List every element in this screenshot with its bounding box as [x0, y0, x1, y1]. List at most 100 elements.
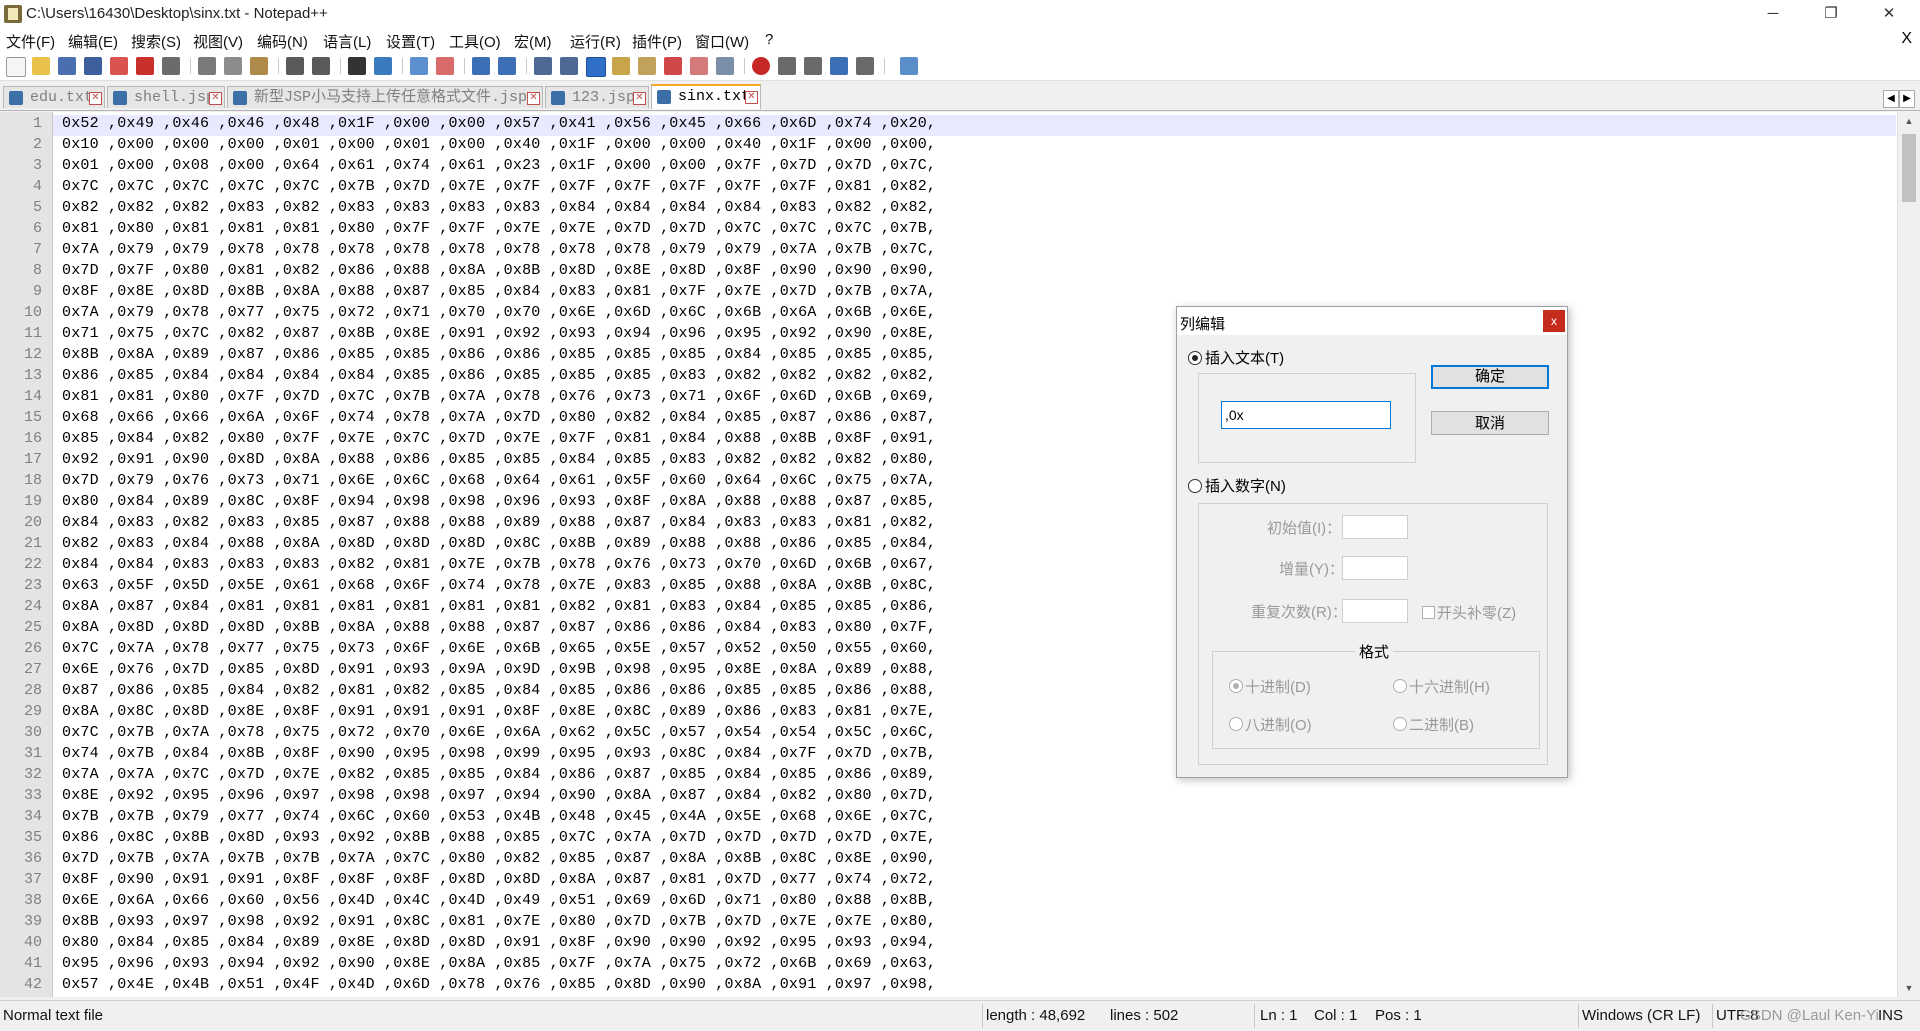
print-icon[interactable] — [162, 57, 180, 75]
code-line[interactable]: 0x80 ,0x84 ,0x85 ,0x84 ,0x89 ,0x8E ,0x8D… — [62, 934, 936, 951]
scroll-up-icon[interactable]: ▲ — [1898, 112, 1920, 130]
indent-guide-icon[interactable] — [586, 57, 606, 77]
sync-vertical-icon[interactable] — [472, 57, 490, 75]
close-window-button[interactable]: ✕ — [1866, 0, 1912, 28]
code-line[interactable]: 0x7C ,0x7C ,0x7C ,0x7C ,0x7C ,0x7B ,0x7D… — [62, 178, 936, 195]
code-line[interactable]: 0x85 ,0x84 ,0x82 ,0x80 ,0x7F ,0x7E ,0x7C… — [62, 430, 936, 447]
menu-view[interactable]: 视图(V) — [193, 31, 243, 52]
run-macro-multiple-icon[interactable] — [830, 57, 848, 75]
cancel-button[interactable]: 取消 — [1431, 411, 1549, 435]
code-line[interactable]: 0x68 ,0x66 ,0x66 ,0x6A ,0x6F ,0x74 ,0x78… — [62, 409, 936, 426]
close-all-icon[interactable] — [136, 57, 154, 75]
code-line[interactable]: 0x6E ,0x76 ,0x7D ,0x85 ,0x8D ,0x91 ,0x93… — [62, 661, 936, 678]
code-line[interactable]: 0x7A ,0x7A ,0x7C ,0x7D ,0x7E ,0x82 ,0x85… — [62, 766, 936, 783]
code-line[interactable]: 0x8A ,0x8C ,0x8D ,0x8E ,0x8F ,0x91 ,0x91… — [62, 703, 936, 720]
code-line[interactable]: 0x82 ,0x83 ,0x84 ,0x88 ,0x8A ,0x8D ,0x8D… — [62, 535, 936, 552]
menu-window[interactable]: 窗口(W) — [695, 31, 749, 52]
menu-run[interactable]: 运行(R) — [570, 31, 621, 52]
code-line[interactable]: 0x84 ,0x83 ,0x82 ,0x83 ,0x85 ,0x87 ,0x88… — [62, 514, 936, 531]
code-line[interactable]: 0x7B ,0x7B ,0x79 ,0x77 ,0x74 ,0x6C ,0x60… — [62, 808, 936, 825]
menu-macro[interactable]: 宏(M) — [514, 31, 552, 52]
code-line[interactable]: 0x8E ,0x92 ,0x95 ,0x96 ,0x97 ,0x98 ,0x98… — [62, 787, 936, 804]
zoom-out-icon[interactable] — [436, 57, 454, 75]
tab-sinx-txt[interactable]: sinx.txt ✕ — [651, 84, 761, 109]
initial-value-input[interactable] — [1342, 515, 1408, 539]
insert-number-radio[interactable] — [1188, 479, 1202, 493]
folder-workspace-icon[interactable] — [690, 57, 708, 75]
leading-zero-checkbox[interactable] — [1422, 606, 1435, 619]
code-line[interactable]: 0x82 ,0x82 ,0x82 ,0x83 ,0x82 ,0x83 ,0x83… — [62, 199, 936, 216]
code-line[interactable]: 0x86 ,0x8C ,0x8B ,0x8D ,0x93 ,0x92 ,0x8B… — [62, 829, 936, 846]
scroll-down-icon[interactable]: ▼ — [1898, 979, 1920, 997]
menu-settings[interactable]: 设置(T) — [386, 31, 435, 52]
code-line[interactable]: 0x8F ,0x8E ,0x8D ,0x8B ,0x8A ,0x88 ,0x87… — [62, 283, 936, 300]
restore-button[interactable]: ❐ — [1808, 0, 1854, 28]
code-line[interactable]: 0x10 ,0x00 ,0x00 ,0x00 ,0x01 ,0x00 ,0x01… — [62, 136, 936, 153]
code-line[interactable]: 0x74 ,0x7B ,0x84 ,0x8B ,0x8F ,0x90 ,0x95… — [62, 745, 936, 762]
tab-edu-txt[interactable]: edu.txt ✕ — [3, 86, 105, 108]
leading-zero-label[interactable]: 开头补零(Z) — [1437, 602, 1516, 623]
undo-icon[interactable] — [286, 57, 304, 75]
code-line[interactable]: 0x7A ,0x79 ,0x79 ,0x78 ,0x78 ,0x78 ,0x78… — [62, 241, 936, 258]
text-editor[interactable]: 1 2 3 4 5 6 7 8 9 10 11 12 13 14 15 16 17 18 19 20 21 22 23 24 2… — [0, 112, 1920, 997]
close-file-icon[interactable] — [110, 57, 128, 75]
play-macro-icon[interactable] — [804, 57, 822, 75]
function-list-icon[interactable] — [664, 57, 682, 75]
scrollbar-thumb[interactable] — [1902, 134, 1916, 202]
insert-number-label[interactable]: 插入数字(N) — [1205, 475, 1286, 496]
menu-language[interactable]: 语言(L) — [323, 31, 371, 52]
code-line[interactable]: 0x80 ,0x84 ,0x89 ,0x8C ,0x8F ,0x94 ,0x98… — [62, 493, 936, 510]
word-wrap-icon[interactable] — [534, 57, 552, 75]
code-line[interactable]: 0x92 ,0x91 ,0x90 ,0x8D ,0x8A ,0x88 ,0x86… — [62, 451, 936, 468]
show-all-chars-icon[interactable] — [560, 57, 578, 75]
find-icon[interactable] — [348, 57, 366, 75]
tab-close-icon[interactable]: ✕ — [209, 92, 222, 105]
code-line[interactable]: 0x84 ,0x84 ,0x83 ,0x83 ,0x83 ,0x82 ,0x81… — [62, 556, 936, 573]
menu-tools[interactable]: 工具(O) — [449, 31, 501, 52]
code-line[interactable]: 0x81 ,0x80 ,0x81 ,0x81 ,0x81 ,0x80 ,0x7F… — [62, 220, 936, 237]
repeat-input[interactable] — [1342, 599, 1408, 623]
sync-horizontal-icon[interactable] — [498, 57, 516, 75]
code-line[interactable]: 0x8B ,0x93 ,0x97 ,0x98 ,0x92 ,0x91 ,0x8C… — [62, 913, 936, 930]
menu-edit[interactable]: 编辑(E) — [68, 31, 118, 52]
code-line[interactable]: 0x52 ,0x49 ,0x46 ,0x46 ,0x48 ,0x1F ,0x00… — [62, 115, 936, 132]
menu-file[interactable]: 文件(F) — [6, 31, 55, 52]
vertical-scrollbar[interactable]: ▲ ▼ — [1897, 112, 1920, 997]
code-line[interactable]: 0x7D ,0x7B ,0x7A ,0x7B ,0x7B ,0x7A ,0x7C… — [62, 850, 936, 867]
tab-scroll-right-icon[interactable]: ▶ — [1899, 90, 1915, 108]
increment-input[interactable] — [1342, 556, 1408, 580]
code-line[interactable]: 0x7C ,0x7A ,0x78 ,0x77 ,0x75 ,0x73 ,0x6F… — [62, 640, 936, 657]
code-line[interactable]: 0x8A ,0x87 ,0x84 ,0x81 ,0x81 ,0x81 ,0x81… — [62, 598, 936, 615]
ok-button[interactable]: 确定 — [1431, 365, 1549, 389]
hex-label[interactable]: 十六进制(H) — [1409, 676, 1490, 697]
binary-label[interactable]: 二进制(B) — [1409, 714, 1474, 735]
menu-plugins[interactable]: 插件(P) — [632, 31, 682, 52]
code-line[interactable]: 0x95 ,0x96 ,0x93 ,0x94 ,0x92 ,0x90 ,0x8E… — [62, 955, 936, 972]
document-map-icon[interactable] — [638, 57, 656, 75]
tab-shell-jsp[interactable]: shell.jsp ✕ — [107, 86, 225, 108]
dialog-close-button[interactable]: x — [1543, 310, 1565, 332]
code-line[interactable]: 0x63 ,0x5F ,0x5D ,0x5E ,0x61 ,0x68 ,0x6F… — [62, 577, 936, 594]
zoom-in-icon[interactable] — [410, 57, 428, 75]
tab-jsp-upload[interactable]: 新型JSP小马支持上传任意格式文件.jsp ✕ — [227, 86, 543, 108]
octal-label[interactable]: 八进制(O) — [1245, 714, 1312, 735]
code-line[interactable]: 0x7D ,0x79 ,0x76 ,0x73 ,0x71 ,0x6E ,0x6C… — [62, 472, 936, 489]
save-all-icon[interactable] — [84, 57, 102, 75]
code-line[interactable]: 0x8F ,0x90 ,0x91 ,0x91 ,0x8F ,0x8F ,0x8F… — [62, 871, 936, 888]
language-icon[interactable] — [612, 57, 630, 75]
close-document-x[interactable]: X — [1901, 30, 1912, 48]
decimal-label[interactable]: 十进制(D) — [1245, 676, 1311, 697]
redo-icon[interactable] — [312, 57, 330, 75]
code-line[interactable]: 0x71 ,0x75 ,0x7C ,0x82 ,0x87 ,0x8B ,0x8E… — [62, 325, 936, 342]
code-line[interactable]: 0x7A ,0x79 ,0x78 ,0x77 ,0x75 ,0x72 ,0x71… — [62, 304, 936, 321]
tab-close-icon[interactable]: ✕ — [527, 92, 540, 105]
binary-radio[interactable] — [1393, 717, 1407, 731]
octal-radio[interactable] — [1229, 717, 1243, 731]
menu-help[interactable]: ? — [765, 31, 773, 48]
copy-icon[interactable] — [224, 57, 242, 75]
tab-123-jsp[interactable]: 123.jsp ✕ — [545, 86, 649, 108]
tab-close-icon[interactable]: ✕ — [633, 92, 646, 105]
insert-text-input[interactable] — [1221, 401, 1391, 429]
menu-encoding[interactable]: 编码(N) — [257, 31, 308, 52]
insert-text-radio[interactable] — [1188, 351, 1202, 365]
